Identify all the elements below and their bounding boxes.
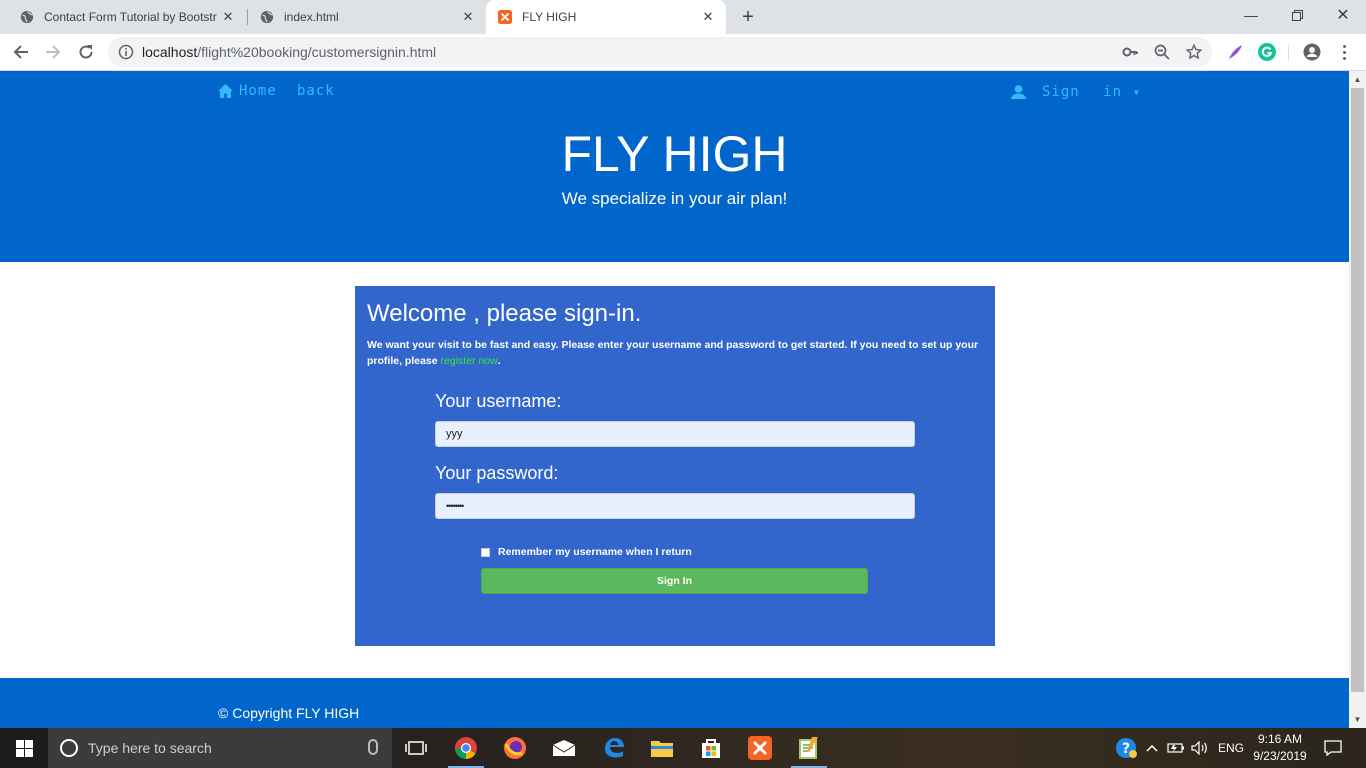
microphone-icon[interactable] <box>368 739 378 755</box>
site-brand: FLY HIGH <box>561 126 788 182</box>
close-window-icon[interactable]: ✕ <box>1320 0 1366 30</box>
browser-tab-strip: Contact Form Tutorial by Bootstr ✕ index… <box>0 0 1366 34</box>
remember-me: Remember my username when I return <box>481 546 692 558</box>
profile-avatar-icon[interactable] <box>1303 43 1321 61</box>
svg-text:?: ? <box>1122 741 1130 757</box>
edge-icon[interactable] <box>590 728 638 768</box>
tab-index[interactable]: index.html ✕ <box>248 0 486 34</box>
file-explorer-icon[interactable] <box>638 728 686 768</box>
signin-dropdown[interactable]: Sign in ▼ <box>1011 84 1140 100</box>
username-label: Your username: <box>435 391 562 411</box>
page-viewport: Home back Sign in ▼ FLY HIGH We speciali… <box>0 71 1349 728</box>
forward-arrow-icon[interactable] <box>41 40 65 64</box>
copyright-text: © Copyright FLY HIGH <box>218 705 360 721</box>
help-icon[interactable]: ? <box>1112 728 1140 768</box>
signin-dropdown-label: Sign in <box>1042 84 1123 100</box>
browser-toolbar: localhost/flight%20booking/customersigni… <box>0 34 1366 71</box>
globe-icon <box>260 10 274 24</box>
key-icon[interactable] <box>1122 44 1138 60</box>
signin-button[interactable]: Sign In <box>481 568 868 594</box>
signin-heading: Welcome , please sign-in. <box>367 300 642 327</box>
feather-extension-icon[interactable] <box>1226 43 1244 61</box>
volume-icon[interactable] <box>1190 728 1210 768</box>
scroll-down-icon[interactable]: ▼ <box>1349 711 1366 728</box>
xampp-icon[interactable] <box>736 728 784 768</box>
reload-icon[interactable] <box>74 40 98 64</box>
toolbar-divider <box>1288 45 1289 61</box>
scrollbar-thumb[interactable] <box>1351 88 1364 692</box>
clock-time: 9:16 AM <box>1257 732 1303 746</box>
register-link[interactable]: register now <box>441 355 498 367</box>
clock-date: 9/23/2019 <box>1253 749 1307 763</box>
action-center-icon[interactable] <box>1318 728 1348 768</box>
remember-checkbox[interactable] <box>481 547 490 557</box>
site-header: Home back Sign in ▼ FLY HIGH We speciali… <box>0 71 1349 262</box>
restore-icon[interactable] <box>1274 0 1320 30</box>
signin-panel: Welcome , please sign-in. We want your v… <box>355 286 995 646</box>
grammarly-icon[interactable] <box>1258 43 1276 61</box>
chrome-icon[interactable] <box>442 728 490 768</box>
chrome-menu-icon[interactable] <box>1336 43 1352 61</box>
remember-label: Remember my username when I return <box>498 546 692 558</box>
tab-contact-form[interactable]: Contact Form Tutorial by Bootstr ✕ <box>0 0 246 34</box>
battery-icon[interactable] <box>1166 728 1186 768</box>
close-tab-icon[interactable]: ✕ <box>220 9 236 25</box>
close-tab-icon[interactable]: ✕ <box>460 9 476 25</box>
taskbar-search-placeholder: Type here to search <box>88 740 212 756</box>
home-link-label: Home <box>239 83 277 99</box>
site-tagline: We specialize in your air plan! <box>561 189 788 208</box>
taskbar-clock[interactable]: 9:16 AM 9/23/2019 <box>1252 731 1308 765</box>
show-hidden-icons-chevron-icon[interactable] <box>1144 728 1160 768</box>
notepad-icon[interactable] <box>785 728 833 768</box>
back-link[interactable]: back <box>297 83 335 99</box>
signin-intro: We want your visit to be fast and easy. … <box>367 337 987 369</box>
home-icon <box>218 84 233 98</box>
tab-title: Contact Form Tutorial by Bootstr <box>44 10 217 24</box>
user-icon <box>1011 85 1026 99</box>
password-input[interactable]: •••••••• <box>435 493 915 519</box>
home-link[interactable]: Home <box>218 83 277 99</box>
close-tab-icon[interactable]: ✕ <box>700 9 716 25</box>
page-scrollbar[interactable]: ▲ ▼ <box>1349 71 1366 728</box>
tab-title: index.html <box>284 10 339 24</box>
back-arrow-icon[interactable] <box>9 40 33 64</box>
caret-down-icon: ▼ <box>1134 87 1140 97</box>
input-language[interactable]: ENG <box>1214 728 1248 768</box>
mail-icon[interactable] <box>540 728 588 768</box>
username-input[interactable]: yyy <box>435 421 915 447</box>
url-host: localhost <box>142 44 198 60</box>
task-view-icon[interactable] <box>392 728 440 768</box>
new-tab-button[interactable]: + <box>737 7 759 29</box>
password-label: Your password: <box>435 463 559 483</box>
store-icon[interactable] <box>687 728 735 768</box>
cortana-icon <box>60 739 78 757</box>
address-bar[interactable]: localhost/flight%20booking/customersigni… <box>108 37 1212 67</box>
taskbar-search-box[interactable]: Type here to search <box>48 728 392 768</box>
scroll-up-icon[interactable]: ▲ <box>1349 71 1366 88</box>
url-path: /flight%20booking/customersignin.html <box>197 44 437 60</box>
info-icon[interactable] <box>118 44 134 60</box>
firefox-icon[interactable] <box>491 728 539 768</box>
intro-end: . <box>497 355 501 367</box>
windows-logo-icon <box>15 739 33 757</box>
address-url: localhost/flight%20booking/customersigni… <box>142 44 436 60</box>
site-footer: © Copyright FLY HIGH <box>0 678 1349 728</box>
tab-fly-high[interactable]: FLY HIGH ✕ <box>486 0 726 34</box>
windows-start-button[interactable] <box>0 728 48 768</box>
zoom-icon[interactable] <box>1154 44 1170 60</box>
tab-title: FLY HIGH <box>522 10 577 24</box>
windows-taskbar: Type here to search ? ENG 9:16 AM 9/23/2… <box>0 728 1366 768</box>
xampp-icon <box>498 10 512 24</box>
minimize-icon[interactable]: — <box>1228 0 1274 30</box>
globe-icon <box>20 10 34 24</box>
bookmark-star-icon[interactable] <box>1186 44 1202 60</box>
